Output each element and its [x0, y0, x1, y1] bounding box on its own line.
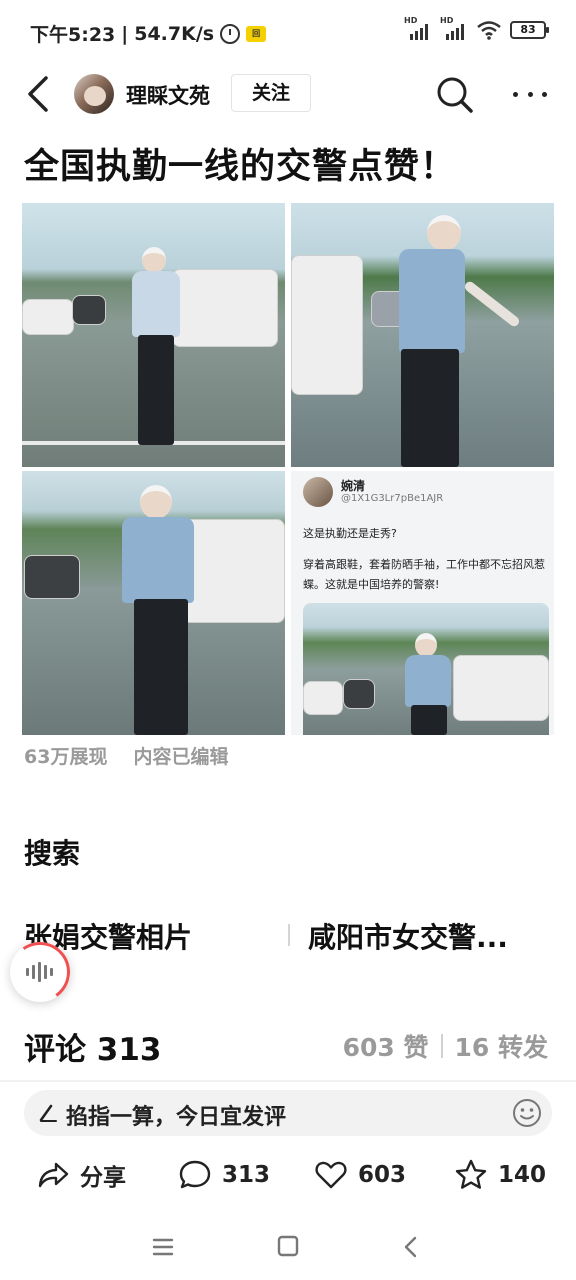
shares-stat[interactable]: 16 转发	[455, 1028, 549, 1064]
post-meta: 63万展现 内容已编辑	[24, 742, 228, 769]
audio-player-button[interactable]	[5, 937, 75, 1007]
comment-input[interactable]: 掐指一算，今日宜发评	[24, 1090, 552, 1136]
audio-wave-icon	[26, 962, 53, 982]
likes-stat[interactable]: 603 赞	[343, 1028, 429, 1064]
battery-icon: 83	[510, 21, 549, 39]
suv-shape	[291, 255, 363, 395]
status-right: HD HD 83	[404, 16, 549, 40]
embedded-name: 婉清	[341, 479, 366, 493]
officer-head	[142, 247, 166, 273]
embedded-photo	[303, 603, 549, 735]
status-speed: 54.7K/s	[134, 22, 215, 45]
comment-input-placeholder: 掐指一算，今日宜发评	[66, 1105, 287, 1130]
like-action[interactable]: 603	[314, 1158, 406, 1192]
article-header: 理睬文苑 关注	[0, 64, 576, 124]
comment-action[interactable]: 313	[178, 1158, 270, 1192]
stats-divider	[440, 1034, 443, 1058]
more-dot	[542, 91, 547, 97]
officer-head	[140, 485, 172, 519]
search-icon	[437, 77, 473, 113]
post-title: 全国执勤一线的交警点赞！	[24, 147, 457, 187]
officer-shirt	[405, 655, 451, 707]
signal-icon-2: HD	[440, 16, 468, 40]
officer-head	[427, 215, 461, 251]
favorite-count: 140	[498, 1162, 547, 1188]
officer-trousers	[411, 705, 447, 735]
status-time: 下午5:23	[30, 24, 116, 46]
officer-shirt	[399, 249, 465, 353]
embedded-handle: @1X1G3Lr7pBe1AJR	[341, 493, 444, 504]
post-image-3[interactable]	[22, 471, 285, 735]
embedded-text-2: 穿着高跟鞋，套着防晒手袖，工作中都不忘招风惹蝶。这就是中国培养的警察!	[303, 558, 545, 591]
post-image-2[interactable]	[291, 203, 554, 467]
share-action[interactable]: 分享	[36, 1158, 126, 1192]
signal-icon-1: HD	[404, 16, 432, 40]
comment-count: 313	[222, 1162, 271, 1188]
car-shape	[72, 295, 106, 325]
officer-arm	[462, 279, 522, 329]
car-shape	[303, 681, 343, 715]
post-image-1[interactable]	[22, 203, 285, 467]
wifi-icon	[477, 21, 501, 40]
app-notification-icon: 回	[246, 25, 267, 42]
back-button[interactable]	[22, 74, 56, 114]
more-options-button[interactable]	[510, 80, 550, 108]
like-count: 603	[358, 1162, 407, 1188]
van-shape	[172, 269, 278, 347]
suggestion-divider	[288, 924, 290, 946]
comments-stats: 603 赞 16 转发	[343, 1028, 548, 1064]
car-shape	[22, 299, 74, 335]
comments-title: 评论 313	[24, 1032, 162, 1068]
menu-icon[interactable]	[152, 1236, 174, 1258]
system-nav-bar	[0, 1218, 576, 1280]
nav-back-icon[interactable]	[400, 1234, 422, 1260]
officer-shirt	[132, 271, 180, 337]
officer-shirt	[122, 517, 194, 603]
view-count: 63万展现	[24, 746, 108, 768]
action-bar: 分享 313 603 140	[0, 1150, 576, 1202]
van-shape	[453, 655, 549, 721]
more-dot	[527, 91, 533, 97]
search-button[interactable]	[434, 74, 474, 114]
share-icon	[38, 1162, 69, 1188]
officer-trousers	[134, 599, 188, 735]
alarm-icon	[220, 23, 241, 44]
embedded-text-1: 这是执勤还是走秀?	[303, 527, 397, 540]
star-icon	[455, 1159, 487, 1189]
car-shape	[343, 679, 375, 709]
section-divider	[0, 1080, 576, 1082]
favorite-action[interactable]: 140	[454, 1158, 546, 1192]
status-separator: |	[121, 22, 129, 45]
share-label: 分享	[80, 1165, 126, 1191]
officer-trousers	[138, 335, 174, 445]
search-section-heading: 搜索	[24, 837, 81, 870]
follow-button[interactable]: 关注	[231, 74, 311, 112]
post-image-4[interactable]: 婉清 @1X1G3Lr7pBe1AJR 这是执勤还是走秀? 穿着高跟鞋，套着防晒…	[291, 471, 554, 735]
officer-head	[415, 633, 437, 657]
embedded-avatar	[303, 477, 333, 507]
status-left: 下午5:23 | 54.7K/s 回	[30, 20, 267, 47]
embedded-post: 婉清 @1X1G3Lr7pBe1AJR 这是执勤还是走秀? 穿着高跟鞋，套着防晒…	[291, 471, 554, 735]
comment-bubble-icon	[179, 1160, 211, 1189]
more-dot	[513, 91, 518, 97]
officer-trousers	[401, 349, 459, 467]
status-bar: 下午5:23 | 54.7K/s 回 HD HD 83	[0, 0, 576, 64]
search-suggestion-2[interactable]: 咸阳市女交警...	[308, 916, 508, 956]
car-shape	[24, 555, 80, 599]
van-shape	[182, 519, 285, 623]
home-square-icon[interactable]	[277, 1234, 299, 1258]
chevron-left-icon	[28, 76, 48, 112]
heart-icon	[315, 1161, 347, 1189]
emoji-icon[interactable]	[512, 1098, 542, 1128]
edited-label: 内容已编辑	[133, 746, 229, 768]
author-name[interactable]: 理睬文苑	[126, 80, 210, 110]
author-avatar[interactable]	[74, 74, 114, 114]
pen-icon	[39, 1104, 57, 1122]
